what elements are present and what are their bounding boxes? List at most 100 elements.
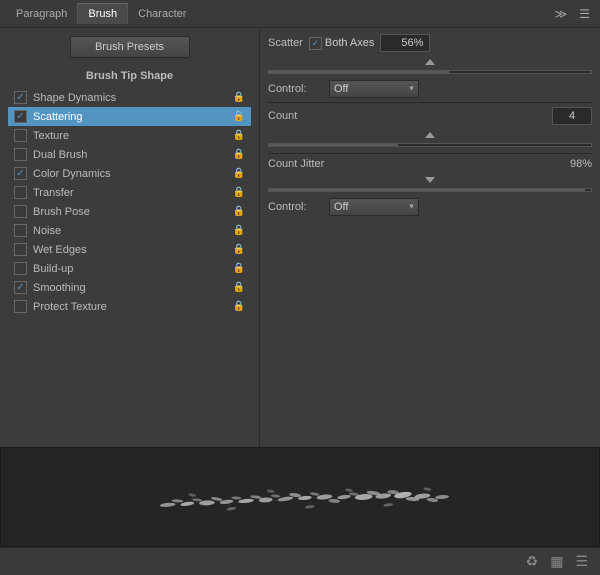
count-jitter-slider-row xyxy=(268,174,592,192)
tab-paragraph[interactable]: Paragraph xyxy=(6,4,77,24)
list-item-transfer[interactable]: Transfer 🔒 xyxy=(8,183,251,202)
scatter-slider-arrow-up xyxy=(268,56,592,68)
both-axes-label: Both Axes xyxy=(325,37,375,49)
control-row-2: Control: Off xyxy=(268,198,592,216)
lock-icon: 🔒 xyxy=(233,225,245,236)
list-item-dual-brush[interactable]: Dual Brush 🔒 xyxy=(8,145,251,164)
count-slider-fill xyxy=(269,144,398,146)
color-dynamics-label: Color Dynamics xyxy=(33,168,111,180)
brush-pose-checkbox[interactable] xyxy=(14,205,27,218)
lock-icon: 🔒 xyxy=(233,263,245,274)
count-jitter-row: Count Jitter 98% xyxy=(268,158,592,170)
texture-checkbox[interactable] xyxy=(14,129,27,142)
lock-icon: 🔒 xyxy=(233,149,245,160)
buildup-checkbox[interactable] xyxy=(14,262,27,275)
lock-icon: 🔒 xyxy=(233,244,245,255)
bottom-toolbar: ♻ ▦ ☰ xyxy=(0,547,600,575)
scatter-slider-fill xyxy=(269,71,449,73)
color-dynamics-checkbox[interactable] xyxy=(14,167,27,180)
control-select-wrapper-2: Off xyxy=(329,198,419,216)
panels-row: Brush Presets Brush Tip Shape Shape Dyna… xyxy=(0,28,600,447)
control-label-2: Control: xyxy=(268,201,323,213)
divider-2 xyxy=(268,153,592,154)
lock-icon: 🔒 xyxy=(233,111,245,122)
control-select-wrapper-1: Off xyxy=(329,80,419,98)
wet-edges-label: Wet Edges xyxy=(33,244,87,256)
brush-presets-button[interactable]: Brush Presets xyxy=(70,36,190,58)
transfer-checkbox[interactable] xyxy=(14,186,27,199)
count-jitter-percent: 98% xyxy=(552,158,592,170)
scatter-header-row: Scatter Both Axes 56% xyxy=(268,34,592,52)
tab-bar: Paragraph Brush Character ≫ ☰ xyxy=(0,0,600,28)
left-panel: Brush Presets Brush Tip Shape Shape Dyna… xyxy=(0,28,260,447)
count-slider-row xyxy=(268,129,592,147)
count-jitter-slider-arrow xyxy=(268,174,592,186)
divider-1 xyxy=(268,102,592,103)
lock-icon: 🔒 xyxy=(233,130,245,141)
control-select-2[interactable]: Off xyxy=(329,198,419,216)
shape-dynamics-checkbox[interactable] xyxy=(14,91,27,104)
tab-brush[interactable]: Brush xyxy=(77,3,128,24)
noise-checkbox[interactable] xyxy=(14,224,27,237)
count-jitter-slider-track[interactable] xyxy=(268,188,592,192)
scattering-checkbox[interactable] xyxy=(14,110,27,123)
wet-edges-checkbox[interactable] xyxy=(14,243,27,256)
scattering-label: Scattering xyxy=(33,111,83,123)
list-item[interactable]: Shape Dynamics 🔒 xyxy=(8,88,251,107)
brush-tip-shape-header: Brush Tip Shape xyxy=(0,66,259,88)
scatter-slider-row xyxy=(268,56,592,74)
count-label: Count xyxy=(268,110,546,122)
brush-preview-area xyxy=(0,447,600,547)
scatter-label: Scatter xyxy=(268,37,303,49)
list-item-noise[interactable]: Noise 🔒 xyxy=(8,221,251,240)
lock-icon: 🔒 xyxy=(233,282,245,293)
count-slider-track[interactable] xyxy=(268,143,592,147)
count-row: Count 4 xyxy=(268,107,592,125)
smoothing-checkbox[interactable] xyxy=(14,281,27,294)
grid-icon[interactable]: ▦ xyxy=(546,551,567,572)
both-axes-checkbox[interactable] xyxy=(309,37,322,50)
list-item-wet-edges[interactable]: Wet Edges 🔒 xyxy=(8,240,251,259)
brush-pose-label: Brush Pose xyxy=(33,206,90,218)
dual-brush-checkbox[interactable] xyxy=(14,148,27,161)
lock-icon: 🔒 xyxy=(233,206,245,217)
brush-list: Shape Dynamics 🔒 Scattering 🔒 Texture 🔒 … xyxy=(0,88,259,316)
count-jitter-label: Count Jitter xyxy=(268,158,552,170)
recycle-icon[interactable]: ♻ xyxy=(522,551,543,572)
protect-texture-label: Protect Texture xyxy=(33,301,107,313)
list-item-color-dynamics[interactable]: Color Dynamics 🔒 xyxy=(8,164,251,183)
list-item-brush-pose[interactable]: Brush Pose 🔒 xyxy=(8,202,251,221)
panel-options-icon[interactable]: ☰ xyxy=(575,5,594,23)
lock-icon: 🔒 xyxy=(233,187,245,198)
lock-icon: 🔒 xyxy=(233,92,245,103)
texture-label: Texture xyxy=(33,130,69,142)
tab-character[interactable]: Character xyxy=(128,4,196,24)
both-axes-check[interactable]: Both Axes xyxy=(309,37,375,50)
transfer-label: Transfer xyxy=(33,187,74,199)
control-row-1: Control: Off xyxy=(268,80,592,98)
panel-menu-icon[interactable]: ≫ xyxy=(551,5,572,23)
tab-icons: ≫ ☰ xyxy=(551,5,594,23)
control-select-1[interactable]: Off xyxy=(329,80,419,98)
list-item-buildup[interactable]: Build-up 🔒 xyxy=(8,259,251,278)
list-item-scattering[interactable]: Scattering 🔒 xyxy=(8,107,251,126)
list-item-texture[interactable]: Texture 🔒 xyxy=(8,126,251,145)
protect-texture-checkbox[interactable] xyxy=(14,300,27,313)
count-value[interactable]: 4 xyxy=(552,107,592,125)
count-jitter-slider-fill xyxy=(269,189,585,191)
list-item-protect-texture[interactable]: Protect Texture 🔒 xyxy=(8,297,251,316)
count-slider-arrow xyxy=(268,129,592,141)
scatter-slider-track[interactable] xyxy=(268,70,592,74)
lock-icon: 🔒 xyxy=(233,301,245,312)
panel: Paragraph Brush Character ≫ ☰ Brush Pres… xyxy=(0,0,600,575)
control-label-1: Control: xyxy=(268,83,323,95)
smoothing-label: Smoothing xyxy=(33,282,86,294)
lock-icon: 🔒 xyxy=(233,168,245,179)
list-icon[interactable]: ☰ xyxy=(571,551,592,572)
list-item-smoothing[interactable]: Smoothing 🔒 xyxy=(8,278,251,297)
dual-brush-label: Dual Brush xyxy=(33,149,87,161)
buildup-label: Build-up xyxy=(33,263,73,275)
brush-stroke-svg xyxy=(1,448,599,546)
scatter-percent[interactable]: 56% xyxy=(380,34,430,52)
noise-label: Noise xyxy=(33,225,61,237)
